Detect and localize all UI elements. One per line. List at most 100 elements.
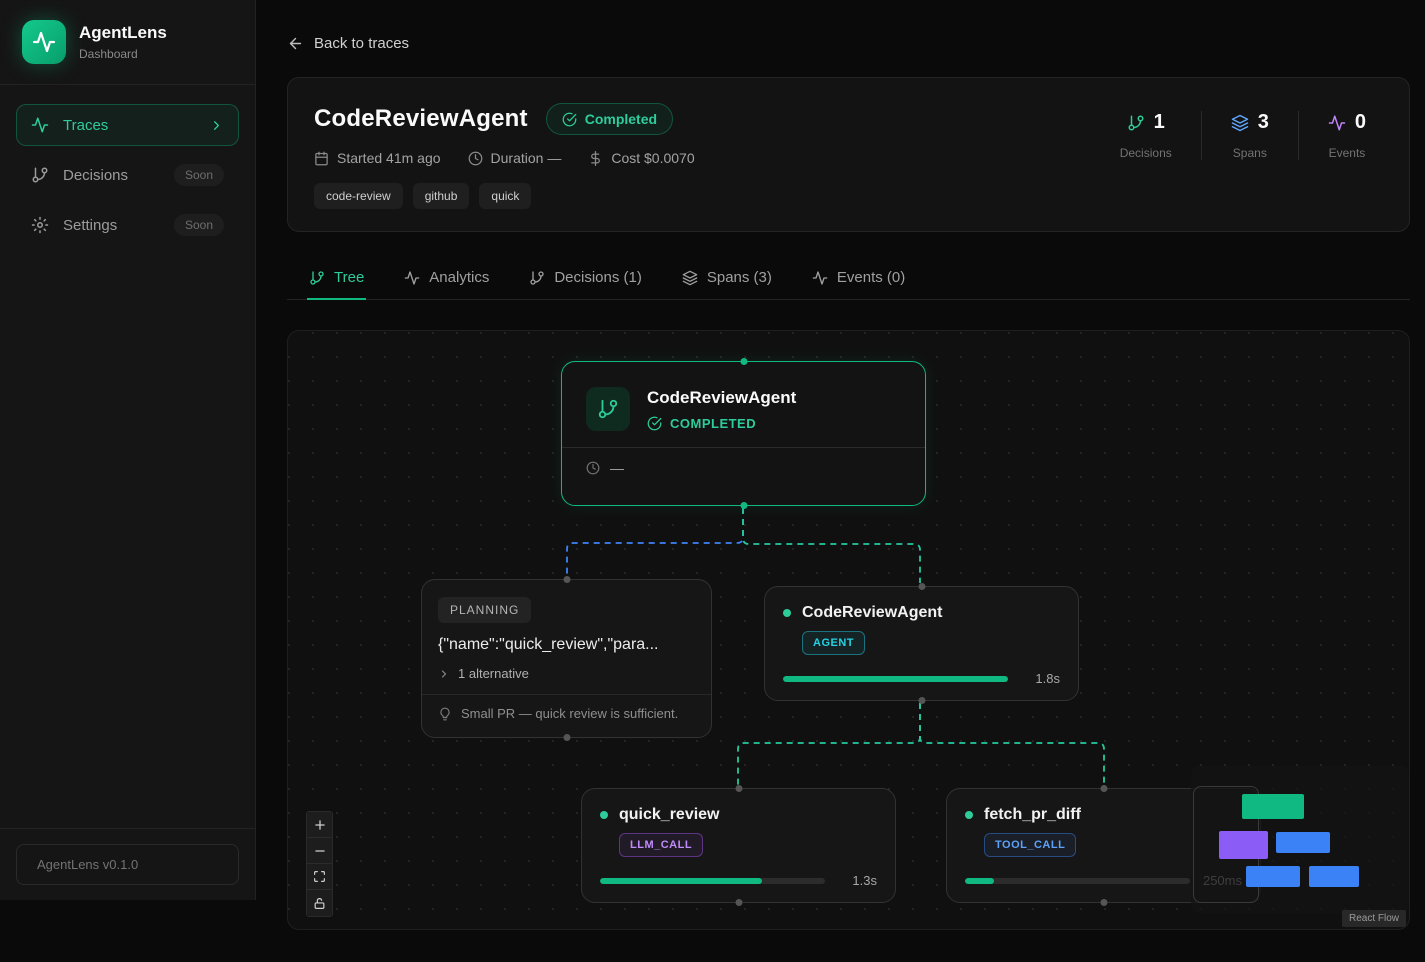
zoom-in-button[interactable] — [307, 812, 332, 838]
node-span-llm-call[interactable]: quick_review LLM_CALL 1.3s — [581, 788, 896, 903]
tab-decisions[interactable]: Decisions (1) — [527, 259, 644, 299]
tab-label: Spans (3) — [707, 269, 772, 286]
fit-view-button[interactable] — [307, 864, 332, 890]
node-title: quick_review — [619, 806, 720, 824]
meta-cost: Cost $0.0070 — [588, 150, 694, 166]
minimap[interactable] — [1191, 766, 1409, 913]
gear-icon — [31, 216, 49, 234]
status-dot — [783, 609, 791, 617]
trace-info: CodeReviewAgent Completed Started 41m ag… — [314, 103, 695, 207]
git-branch-icon — [309, 270, 325, 286]
duration-bar-track — [783, 676, 1008, 682]
node-handle — [918, 583, 925, 590]
tab-tree[interactable]: Tree — [307, 259, 366, 299]
sidebar-item-label: Traces — [63, 117, 108, 134]
duration-bar-track — [600, 878, 825, 884]
tab-label: Events (0) — [837, 269, 905, 286]
react-flow-attribution[interactable]: React Flow — [1342, 910, 1406, 927]
activity-icon — [404, 270, 420, 286]
stat-events: 0 Events — [1298, 111, 1395, 160]
stat-value: 3 — [1258, 111, 1269, 134]
page-title: CodeReviewAgent — [314, 105, 528, 133]
decision-value: {"name":"quick_review","para... — [422, 636, 711, 654]
stat-decisions: 1 Decisions — [1091, 111, 1201, 160]
sidebar-item-label: Decisions — [63, 167, 128, 184]
span-duration: 1.8s — [1020, 671, 1060, 686]
node-handle — [563, 576, 570, 583]
duration-bar-fill — [783, 676, 1008, 682]
node-decision-planning[interactable]: PLANNING {"name":"quick_review","para...… — [421, 579, 712, 738]
tab-analytics[interactable]: Analytics — [402, 259, 491, 299]
tag-chip: code-review — [314, 183, 403, 209]
tab-spans[interactable]: Spans (3) — [680, 259, 774, 299]
sidebar-item-decisions[interactable]: Decisions Soon — [16, 154, 239, 196]
soon-badge: Soon — [174, 164, 224, 186]
status-dot — [600, 811, 608, 819]
trace-stats: 1 Decisions 3 Spans — [1091, 111, 1395, 207]
activity-icon — [31, 116, 49, 134]
alternatives-expander[interactable]: 1 alternative — [422, 666, 711, 681]
trace-meta: Started 41m ago Duration — Cost $0.0070 — [314, 150, 695, 166]
minimap-node-agent — [1276, 832, 1330, 853]
app-logo-block: AgentLens Dashboard — [0, 0, 255, 85]
git-branch-icon — [31, 166, 49, 184]
node-title: fetch_pr_diff — [984, 806, 1081, 824]
node-handle — [740, 358, 747, 365]
tab-bar: Tree Analytics Decisions (1) Spans (3) — [287, 259, 1410, 300]
node-span-agent[interactable]: CodeReviewAgent AGENT 1.8s — [764, 586, 1079, 701]
node-handle — [735, 899, 742, 906]
node-handle — [563, 734, 570, 741]
decision-reason: Small PR — quick review is sufficient. — [461, 706, 678, 721]
lightbulb-icon — [438, 707, 452, 721]
node-handle — [735, 785, 742, 792]
app-version: AgentLens v0.1.0 — [16, 844, 239, 885]
span-type-badge: TOOL_CALL — [984, 833, 1076, 857]
meta-cost-label: Cost $0.0070 — [611, 150, 694, 166]
span-type-badge: AGENT — [802, 631, 865, 655]
back-to-traces-link[interactable]: Back to traces — [287, 35, 409, 52]
sidebar-item-settings[interactable]: Settings Soon — [16, 204, 239, 246]
lock-button[interactable] — [307, 890, 332, 916]
span-duration: 1.3s — [837, 873, 877, 888]
tab-label: Analytics — [429, 269, 489, 286]
chevron-right-icon — [209, 118, 224, 133]
node-root-trace[interactable]: CodeReviewAgent COMPLETED — — [561, 361, 926, 506]
meta-duration-label: Duration — — [491, 150, 562, 166]
app-root: AgentLens Dashboard Traces Decisions Soo… — [0, 0, 1425, 930]
edge-root-agent — [743, 508, 920, 583]
unlock-icon — [313, 897, 326, 910]
back-label: Back to traces — [314, 35, 409, 52]
tag-chip: github — [413, 183, 470, 209]
sidebar-footer: AgentLens v0.1.0 — [0, 828, 255, 900]
stat-value: 0 — [1355, 111, 1366, 134]
minus-icon — [313, 844, 327, 858]
edge-agent-tool — [920, 703, 1104, 785]
meta-duration: Duration — — [468, 150, 562, 166]
stat-label: Decisions — [1120, 146, 1172, 160]
tag-chip: quick — [479, 183, 531, 209]
tab-events[interactable]: Events (0) — [810, 259, 907, 299]
layers-icon — [1231, 114, 1249, 132]
status-badge: Completed — [546, 103, 673, 135]
check-circle-icon — [562, 112, 577, 127]
calendar-icon — [314, 151, 329, 166]
node-handle — [740, 502, 747, 509]
zoom-out-button[interactable] — [307, 838, 332, 864]
alternatives-label: 1 alternative — [458, 666, 529, 681]
sidebar-item-traces[interactable]: Traces — [16, 104, 239, 146]
trace-tags: code-review github quick — [314, 183, 695, 209]
chevron-right-icon — [438, 668, 450, 680]
sidebar-nav: Traces Decisions Soon Settings Soon — [0, 85, 255, 265]
check-circle-icon — [647, 416, 662, 431]
layers-icon — [682, 270, 698, 286]
meta-started: Started 41m ago — [314, 150, 441, 166]
activity-icon — [812, 270, 828, 286]
stat-label: Events — [1329, 146, 1366, 160]
canvas-controls — [306, 811, 333, 917]
flow-canvas[interactable]: CodeReviewAgent COMPLETED — — [287, 330, 1410, 930]
tab-label: Decisions (1) — [554, 269, 642, 286]
sidebar: AgentLens Dashboard Traces Decisions Soo… — [0, 0, 256, 900]
stat-spans: 3 Spans — [1201, 111, 1298, 160]
node-title: CodeReviewAgent — [647, 388, 796, 408]
git-branch-icon — [1127, 114, 1145, 132]
